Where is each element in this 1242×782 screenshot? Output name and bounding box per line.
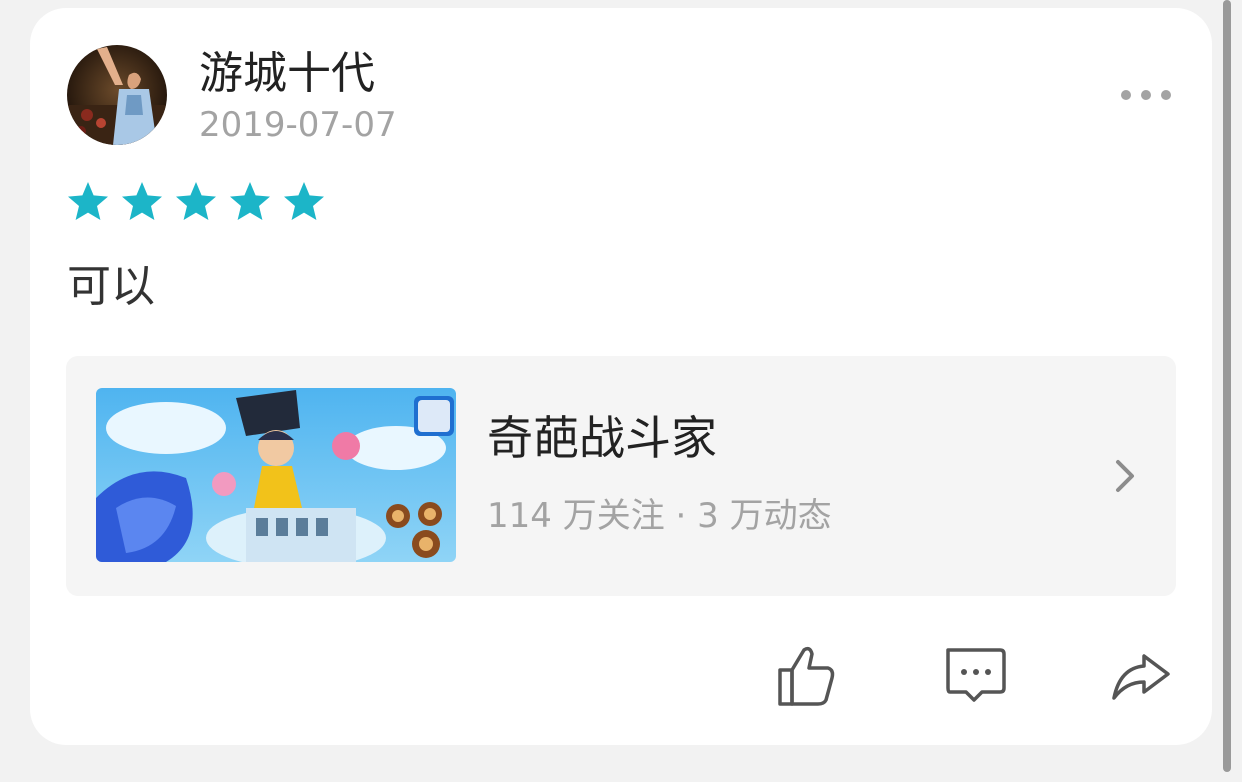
- star-icon: [176, 182, 216, 220]
- scrollbar[interactable]: [1223, 0, 1231, 772]
- like-button[interactable]: [768, 636, 848, 716]
- thumbs-up-icon: [778, 646, 835, 706]
- chevron-right-icon: [1116, 460, 1134, 492]
- star-icon: [230, 182, 270, 220]
- more-options-button[interactable]: [1116, 78, 1176, 112]
- star-rating: [66, 180, 326, 228]
- share-button[interactable]: [1104, 636, 1184, 716]
- comment-bubble-icon: [946, 648, 1006, 702]
- avatar[interactable]: [67, 45, 167, 145]
- comment-text: 可以: [67, 261, 155, 312]
- username[interactable]: 游城十代: [199, 46, 375, 102]
- share-arrow-icon: [1112, 654, 1170, 700]
- game-thumbnail: [96, 388, 456, 562]
- star-icon: [284, 182, 324, 220]
- star-icon: [68, 182, 108, 220]
- star-icon: [122, 182, 162, 220]
- more-dots-icon: [1121, 90, 1171, 100]
- review-card: 游城十代 2019-07-07 可以 奇葩战斗家 114 万关注 · 3 万动态: [30, 8, 1212, 745]
- game-title[interactable]: 奇葩战斗家: [487, 408, 717, 468]
- game-stats: 114 万关注 · 3 万动态: [487, 496, 832, 536]
- comment-button[interactable]: [936, 636, 1016, 716]
- game-link-card[interactable]: 奇葩战斗家 114 万关注 · 3 万动态: [66, 356, 1176, 596]
- post-date: 2019-07-07: [199, 105, 397, 145]
